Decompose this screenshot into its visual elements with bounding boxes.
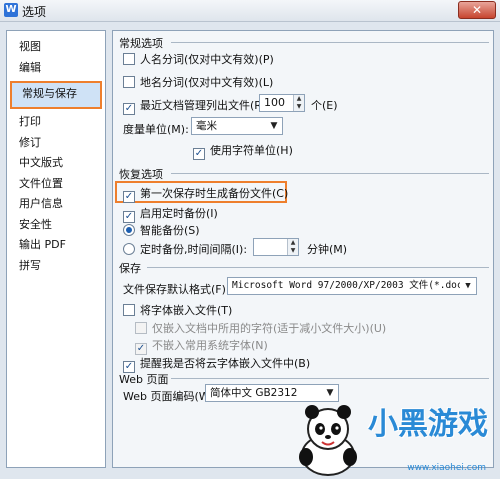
default-format-value: Microsoft Word 97/2000/XP/2003 文件(*.doc) — [232, 280, 469, 291]
embed-fonts-checkbox[interactable] — [123, 304, 135, 316]
divider — [147, 267, 489, 268]
embed-fonts-option[interactable]: 将字体嵌入文件(T) — [123, 302, 232, 318]
place-segmentation-checkbox[interactable] — [123, 76, 135, 88]
sidebar-item-security[interactable]: 安全性 — [9, 215, 103, 236]
web-encoding-label: Web 页面编码(W): — [123, 390, 218, 403]
measure-unit-value: 毫米 — [196, 120, 217, 132]
general-options-title: 常规选项 — [119, 37, 163, 50]
first-save-backup-label: 第一次保存时生成备份文件(C) — [140, 187, 289, 200]
watermark-brand-text: 小黑游戏 — [368, 407, 488, 442]
recent-docs-count-value: 100 — [264, 96, 285, 109]
recovery-options-title: 恢复选项 — [119, 168, 163, 181]
web-page-title: Web 页面 — [119, 373, 169, 386]
timed-backup-option[interactable]: ✓ 启用定时备份(I) — [123, 205, 218, 223]
interval-minutes-spinner[interactable]: ▲ ▼ — [253, 238, 299, 256]
sidebar-item-edit[interactable]: 编辑 — [9, 58, 103, 79]
sidebar-item-chinese-layout[interactable]: 中文版式 — [9, 153, 103, 174]
first-save-backup-checkbox[interactable]: ✓ — [123, 191, 135, 203]
smart-backup-option[interactable]: 智能备份(S) — [123, 222, 200, 238]
no-common-fonts-option[interactable]: ✓ 不嵌入常用系统字体(N) — [135, 337, 268, 355]
interval-backup-label: 定时备份,时间间隔(I): — [140, 243, 248, 256]
window-body: 视图 编辑 常规与保存 打印 修订 中文版式 文件位置 用户信息 安全性 输出 … — [0, 22, 500, 479]
recent-docs-unit: 个(E) — [311, 99, 338, 112]
category-sidebar: 视图 编辑 常规与保存 打印 修订 中文版式 文件位置 用户信息 安全性 输出 … — [6, 30, 106, 468]
sidebar-item-user-info[interactable]: 用户信息 — [9, 194, 103, 215]
sidebar-item-file-location[interactable]: 文件位置 — [9, 174, 103, 195]
embed-used-chars-label: 仅嵌入文档中所用的字符(适于减小文件大小)(U) — [152, 322, 387, 335]
watermark-url: www.xiaohei.com — [407, 463, 486, 473]
spinner-arrows-icon[interactable]: ▲ ▼ — [287, 239, 298, 255]
no-common-fonts-label: 不嵌入常用系统字体(N) — [152, 339, 268, 352]
sidebar-item-print[interactable]: 打印 — [9, 112, 103, 133]
chevron-down-icon: ▼ — [460, 278, 476, 294]
name-segmentation-option[interactable]: 人名分词(仅对中文有效)(P) — [123, 51, 274, 67]
place-segmentation-option[interactable]: 地名分词(仅对中文有效)(L) — [123, 74, 273, 90]
no-common-fonts-checkbox[interactable]: ✓ — [135, 343, 147, 355]
recent-docs-label: 最近文档管理列出文件(R): — [140, 99, 270, 112]
name-segmentation-label: 人名分词(仅对中文有效)(P) — [140, 53, 274, 66]
sidebar-item-revision[interactable]: 修订 — [9, 133, 103, 154]
recent-docs-checkbox[interactable]: ✓ — [123, 103, 135, 115]
default-format-label: 文件保存默认格式(F): — [123, 283, 230, 296]
use-char-unit-checkbox[interactable]: ✓ — [193, 148, 205, 160]
place-segmentation-label: 地名分词(仅对中文有效)(L) — [140, 76, 274, 89]
recent-docs-option[interactable]: ✓ 最近文档管理列出文件(R): — [123, 97, 270, 115]
use-char-unit-label: 使用字符单位(H) — [210, 144, 293, 157]
watermark-logo: 小黑游戏 www.xiaohei.com — [286, 397, 496, 477]
sidebar-item-view[interactable]: 视图 — [9, 37, 103, 58]
timed-backup-label: 启用定时备份(I) — [140, 207, 218, 220]
measure-unit-select[interactable]: 毫米 ▼ — [191, 117, 283, 135]
save-options-title: 保存 — [119, 262, 141, 275]
spinner-arrows-icon[interactable]: ▲ ▼ — [293, 95, 304, 111]
window-title: 选项 — [22, 5, 47, 19]
use-char-unit-option[interactable]: ✓ 使用字符单位(H) — [193, 142, 293, 160]
divider — [171, 378, 489, 379]
interval-backup-radio[interactable] — [123, 243, 135, 255]
divider — [171, 173, 489, 174]
chevron-down-icon: ▼ — [266, 118, 282, 134]
embed-used-chars-checkbox[interactable] — [135, 322, 147, 334]
remind-cloud-fonts-label: 提醒我是否将云字体嵌入文件中(B) — [140, 357, 311, 370]
default-format-select[interactable]: Microsoft Word 97/2000/XP/2003 文件(*.doc)… — [227, 277, 477, 295]
smart-backup-label: 智能备份(S) — [140, 224, 200, 237]
smart-backup-radio[interactable] — [123, 224, 135, 236]
name-segmentation-checkbox[interactable] — [123, 53, 135, 65]
first-save-backup-option[interactable]: ✓ 第一次保存时生成备份文件(C) — [123, 185, 288, 203]
web-encoding-value: 简体中文 GB2312 — [210, 387, 298, 399]
close-button[interactable]: ✕ — [458, 1, 496, 19]
radio-dot — [126, 227, 132, 233]
interval-backup-option[interactable]: 定时备份,时间间隔(I): — [123, 241, 247, 257]
embed-used-chars-option[interactable]: 仅嵌入文档中所用的字符(适于减小文件大小)(U) — [135, 320, 386, 336]
sidebar-item-output-pdf[interactable]: 输出 PDF — [9, 235, 103, 256]
measure-unit-label: 度量单位(M): — [123, 123, 189, 136]
interval-minutes-unit: 分钟(M) — [307, 243, 348, 256]
recent-docs-count-spinner[interactable]: 100 ▲ ▼ — [259, 94, 305, 112]
sidebar-item-general-save[interactable]: 常规与保存 — [10, 81, 102, 109]
title-bar: W 选项 ✕ — [0, 0, 500, 22]
wps-app-icon: W — [4, 3, 18, 17]
embed-fonts-label: 将字体嵌入文件(T) — [140, 304, 233, 317]
divider — [171, 42, 489, 43]
panda-mascot-icon — [299, 405, 357, 476]
sidebar-item-spelling[interactable]: 拼写 — [9, 256, 103, 277]
